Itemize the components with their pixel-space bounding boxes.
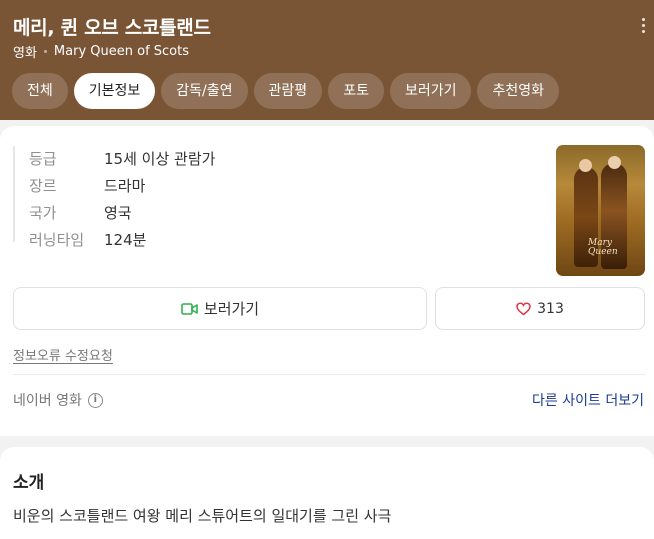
intro-title: 소개 (13, 473, 45, 493)
info-value: 드라마 (104, 177, 146, 195)
info-key: 러닝타임 (29, 231, 85, 249)
report-error-link[interactable]: 정보오류 수정요청 (13, 345, 113, 364)
divider (13, 374, 645, 375)
info-value: 15세 이상 관람가 (104, 150, 216, 168)
info-key: 등급 (29, 150, 57, 168)
intro-text: 비운의 스코틀랜드 여왕 메리 스튜어트의 일대기를 그린 사극 (13, 507, 392, 525)
source-name: 네이버 영화 (13, 393, 82, 409)
info-list: 등급 15세 이상 관람가 장르 드라마 국가 영국 러닝타임 124분 (29, 145, 215, 253)
poster-logo: Mary Queen (588, 238, 618, 257)
like-count: 313 (537, 300, 564, 317)
tab-bar: 전체 기본정보 감독/출연 관람평 포토 보러가기 추천영화 (12, 73, 560, 109)
tab-photos[interactable]: 포토 (328, 73, 384, 109)
heart-icon (516, 301, 531, 316)
source-label: 네이버 영화 i (13, 390, 103, 410)
like-button[interactable]: 313 (435, 287, 645, 330)
info-row-runtime: 러닝타임 124분 (29, 226, 215, 253)
video-camera-icon (181, 302, 198, 316)
page-title: 메리, 퀸 오브 스코틀랜드 (13, 17, 211, 39)
info-key: 장르 (29, 177, 57, 195)
tab-reviews[interactable]: 관람평 (253, 73, 323, 109)
info-row-rating: 등급 15세 이상 관람가 (29, 145, 215, 172)
info-key: 국가 (29, 204, 57, 222)
tab-recommended[interactable]: 추천영화 (477, 73, 560, 109)
tab-basic-info[interactable]: 기본정보 (73, 73, 156, 109)
info-value: 영국 (104, 204, 132, 222)
movie-header: 메리, 퀸 오브 스코틀랜드 영화 Mary Queen of Scots 전체… (0, 0, 654, 120)
watch-button[interactable]: 보러가기 (13, 287, 427, 330)
movie-poster[interactable]: Mary Queen (556, 145, 645, 276)
more-vertical-icon[interactable] (640, 18, 646, 33)
info-row-genre: 장르 드라마 (29, 172, 215, 199)
info-value: 124분 (104, 231, 147, 249)
info-divider-bar (13, 146, 15, 242)
watch-label: 보러가기 (203, 300, 260, 318)
other-sites-link[interactable]: 다른 사이트 더보기 (532, 390, 644, 410)
poster-face (608, 156, 621, 169)
original-title: Mary Queen of Scots (53, 44, 189, 59)
tab-all[interactable]: 전체 (12, 73, 68, 109)
poster-face (579, 159, 592, 172)
tab-director-cast[interactable]: 감독/출연 (161, 73, 248, 109)
movie-subtitle: 영화 Mary Queen of Scots (13, 42, 189, 61)
info-row-country: 국가 영국 (29, 199, 215, 226)
separator-dot (43, 50, 47, 53)
info-circle-icon[interactable]: i (87, 392, 103, 408)
category-label: 영화 (13, 46, 37, 61)
tab-watch[interactable]: 보러가기 (389, 73, 472, 109)
